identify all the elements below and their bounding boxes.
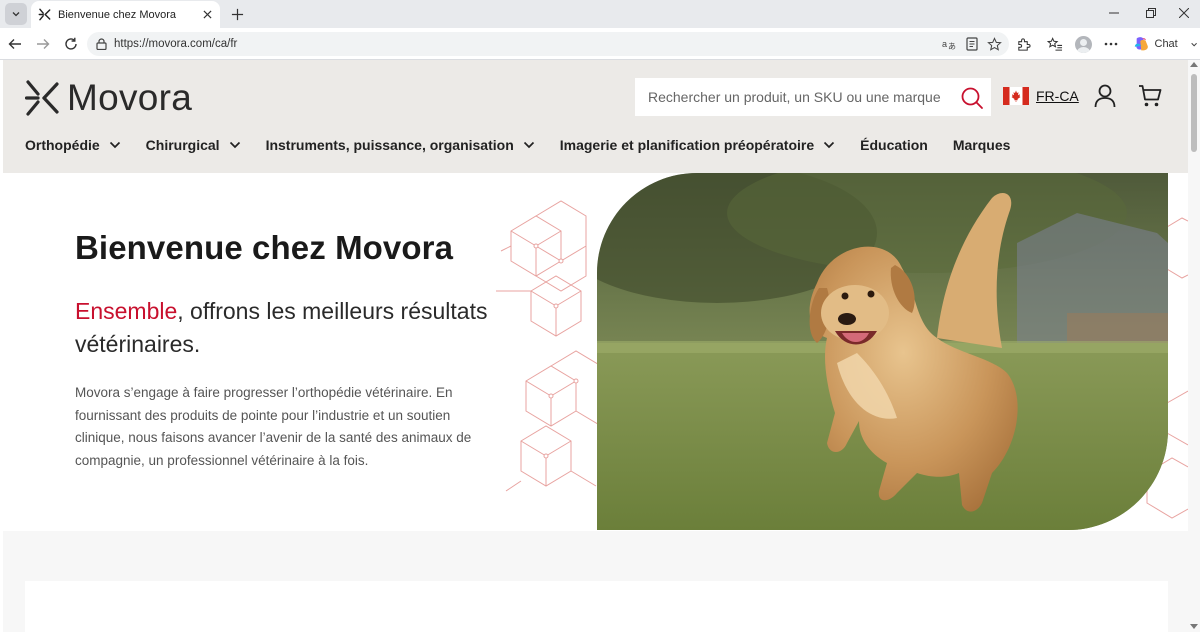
nav-item-label: Orthopédie [25,137,100,153]
svg-text:あ: あ [948,42,956,51]
arrow-right-icon [37,39,50,49]
restore-icon [1146,8,1156,18]
address-bar[interactable]: https://movora.com/ca/fr aあ [87,32,1009,56]
hero-dog-image [597,173,1168,530]
reader-mode-icon[interactable] [963,35,981,53]
main-nav: Orthopédie Chirurgical Instruments, puis… [25,134,1035,156]
favorites-list-icon [1047,36,1063,51]
translate-icon[interactable]: aあ [940,35,958,53]
url-text: https://movora.com/ca/fr [114,38,238,50]
copilot-icon [1134,37,1148,51]
close-window-button[interactable] [1164,0,1200,26]
lock-icon [96,38,107,50]
scroll-up-arrow-icon[interactable] [1190,62,1198,67]
page-viewport: Movora FR-CA Orthopédie Chi [0,60,1200,632]
close-icon [202,9,212,19]
more-menu-button[interactable] [1100,33,1122,55]
copilot-chat-button[interactable]: Chat [1128,32,1198,56]
movora-logo[interactable]: Movora [25,76,192,120]
browser-toolbar: https://movora.com/ca/fr aあ Chat [0,28,1200,60]
tab-title: Bienvenue chez Movora [58,8,177,21]
browser-tabstrip: Bienvenue chez Movora [0,0,1200,28]
forward-button[interactable] [32,33,54,55]
nav-item-education[interactable]: Éducation [860,137,928,153]
hero-section: Bienvenue chez Movora Ensemble, offrons … [3,173,1188,531]
chevron-down-icon [523,141,535,149]
chevron-down-icon [12,12,20,17]
nav-item-label: Éducation [860,137,928,153]
minimize-icon [1109,12,1119,14]
reload-icon [65,37,77,50]
language-label: FR-CA [1036,88,1079,104]
nav-item-imagerie[interactable]: Imagerie et planification préopératoire [560,137,835,153]
nav-item-label: Instruments, puissance, organisation [265,137,514,153]
content-card [25,581,1168,632]
puzzle-icon [1017,37,1031,51]
chevron-down-icon [1191,42,1197,46]
avatar [1074,35,1092,53]
hero-title: Bienvenue chez Movora [75,229,454,266]
scrollbar-thumb[interactable] [1191,74,1197,152]
plus-icon [231,8,243,20]
more-dots-icon [1104,42,1118,46]
language-selector[interactable]: FR-CA [1003,87,1079,105]
logo-text: Movora [67,77,193,118]
svg-text:a: a [942,39,947,49]
new-tab-button[interactable] [226,3,248,25]
movora-logo-mark-icon [25,80,59,116]
golden-retriever-photo [597,173,1168,530]
hexagon-pattern-decoration [496,200,601,492]
favorites-button[interactable] [1044,33,1066,55]
nav-item-chirurgical[interactable]: Chirurgical [146,137,241,153]
back-button[interactable] [4,33,26,55]
search-button[interactable] [959,85,985,111]
nav-item-label: Imagerie et planification préopératoire [559,137,815,153]
content-section [3,531,1188,632]
user-icon [1094,84,1116,108]
nav-item-label: Marques [952,137,1011,153]
search-input[interactable] [648,89,948,105]
tab-list-button[interactable] [5,3,27,25]
profile-button[interactable] [1072,33,1094,55]
reload-button[interactable] [60,33,82,55]
scroll-down-arrow-icon[interactable] [1190,624,1198,629]
search-icon [961,87,983,109]
account-button[interactable] [1091,82,1119,110]
minimize-button[interactable] [1094,0,1134,26]
cart-button[interactable] [1135,82,1165,110]
movora-favicon-icon [38,8,51,21]
nav-item-orthopedie[interactable]: Orthopédie [25,137,121,153]
arrow-left-icon [8,39,21,49]
chevron-down-icon [823,141,835,149]
nav-item-instruments[interactable]: Instruments, puissance, organisation [266,137,535,153]
cart-icon [1139,85,1162,107]
browser-tab-active[interactable]: Bienvenue chez Movora [31,1,220,28]
chevron-down-icon [109,141,121,149]
hero-body-text: Movora s’engage à faire progresser l’ort… [75,385,472,468]
close-icon [1179,8,1189,18]
tab-close-button[interactable] [199,6,215,22]
page-scrollbar[interactable] [1188,60,1200,632]
chevron-down-icon [229,141,241,149]
search-box [635,78,991,116]
favorite-star-icon[interactable] [985,35,1003,53]
nav-item-marques[interactable]: Marques [953,137,1011,153]
chat-label: Chat [1154,38,1178,50]
hero-subtitle-accent: Ensemble [75,298,178,324]
extensions-button[interactable] [1012,33,1034,55]
nav-item-label: Chirurgical [145,137,220,153]
hero-subtitle: Ensemble, offrons les meilleurs résultat… [75,295,495,361]
canada-flag-icon [1003,87,1029,105]
site-header: Movora FR-CA Orthopédie Chi [3,60,1188,173]
